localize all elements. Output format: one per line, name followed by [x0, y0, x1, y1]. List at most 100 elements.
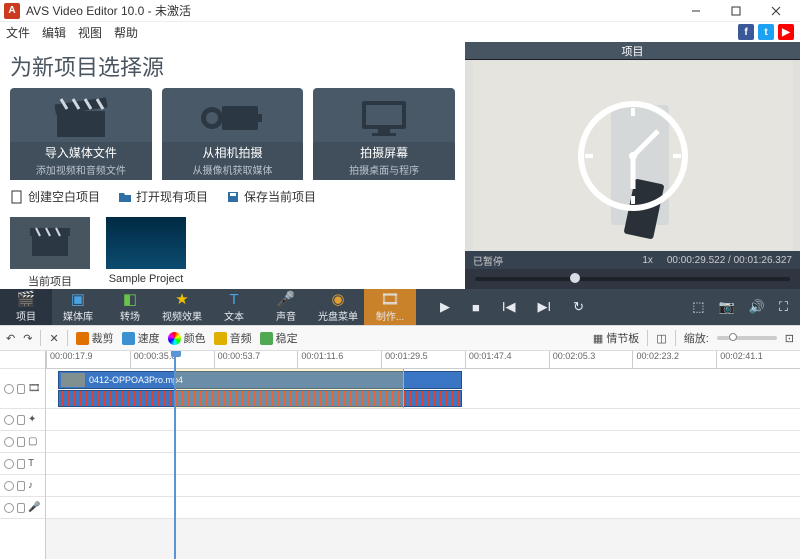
lock-icon[interactable]	[17, 437, 25, 447]
filmstrip-icon: 🎬	[17, 292, 36, 307]
tracks-area[interactable]: 00:00:17.9 00:00:35.8 00:00:53.7 00:01:1…	[46, 351, 800, 559]
stabilize-tool[interactable]: 稳定	[260, 330, 298, 346]
mic-icon: 🎤	[28, 502, 40, 513]
video-clip[interactable]: 0412-OPPOA3Pro.mp4	[58, 371, 462, 389]
source-header: 为新项目选择源	[0, 42, 465, 88]
split-button-icon[interactable]: ⬚	[692, 299, 704, 315]
effects-track[interactable]	[46, 409, 800, 431]
redo-icon: ↷	[23, 332, 32, 345]
audio-track-head[interactable]: ♪	[0, 475, 45, 497]
video-track-head[interactable]: 🎞	[0, 369, 45, 409]
play-button[interactable]: ▶	[440, 299, 450, 315]
zoom-slider[interactable]	[717, 336, 777, 340]
color-tool[interactable]: 颜色	[168, 330, 206, 346]
card-sublabel: 从摄像机获取媒体	[162, 162, 304, 180]
prev-frame-button[interactable]: I◀	[502, 299, 516, 315]
overlay-track[interactable]	[46, 431, 800, 453]
preview-viewport[interactable]	[465, 60, 800, 251]
tab-audio[interactable]: 🎤声音	[260, 289, 312, 325]
time-ruler[interactable]: 00:00:17.9 00:00:35.8 00:00:53.7 00:01:1…	[46, 351, 800, 369]
redo-button[interactable]: ↷	[23, 332, 32, 345]
thumb-sample-project[interactable]: Sample Project	[106, 217, 186, 289]
tab-project[interactable]: 🎬项目	[0, 289, 52, 325]
save-project[interactable]: 保存当前项目	[226, 188, 316, 205]
fullscreen-icon[interactable]: ⛶	[779, 299, 788, 315]
menu-file[interactable]: 文件	[6, 24, 30, 41]
menu-help[interactable]: 帮助	[114, 24, 138, 41]
stop-button[interactable]: ■	[472, 300, 480, 315]
tab-label: 制作...	[376, 308, 404, 323]
eye-icon[interactable]	[4, 503, 14, 513]
card-sublabel: 添加视频和音频文件	[10, 162, 152, 180]
close-button[interactable]	[756, 0, 796, 22]
menu-view[interactable]: 视图	[78, 24, 102, 41]
file-icon	[10, 190, 24, 204]
lock-icon[interactable]	[17, 415, 25, 425]
label: 裁剪	[92, 330, 114, 346]
eye-icon[interactable]	[4, 415, 14, 425]
scrub-handle[interactable]	[570, 273, 580, 283]
source-card-import[interactable]: 导入媒体文件 添加视频和音频文件	[10, 88, 152, 180]
next-frame-button[interactable]: ▶I	[537, 299, 551, 315]
voice-track-head[interactable]: 🎤	[0, 497, 45, 519]
facebook-icon[interactable]: f	[738, 24, 754, 40]
playback-state: 已暂停	[473, 253, 503, 268]
split-view-button[interactable]: ◫	[656, 332, 666, 345]
zoom-fit-button[interactable]: ⊡	[785, 332, 794, 345]
folder-icon	[118, 190, 132, 204]
open-project[interactable]: 打开现有项目	[118, 188, 208, 205]
speed-tool[interactable]: 速度	[122, 330, 160, 346]
tab-disc-menu[interactable]: ◉光盘菜单	[312, 289, 364, 325]
source-card-screen[interactable]: 拍摄屏幕 拍摄桌面与程序	[313, 88, 455, 180]
tab-video-effects[interactable]: ★视频效果	[156, 289, 208, 325]
create-blank-project[interactable]: 创建空白项目	[10, 188, 100, 205]
source-panel: 为新项目选择源 导入媒体文件 添加视频和音频文件 从相机拍摄 从摄像机获取媒体	[0, 42, 465, 289]
eye-icon[interactable]	[4, 481, 14, 491]
delete-button[interactable]: ✕	[49, 332, 58, 345]
eye-icon[interactable]	[4, 459, 14, 469]
snapshot-icon[interactable]: 📷	[719, 299, 735, 315]
overlay-track-head[interactable]: ▢	[0, 431, 45, 453]
card-label: 从相机拍摄	[162, 142, 304, 162]
title-bar: A AVS Video Editor 10.0 - 未激活	[0, 0, 800, 22]
volume-icon[interactable]: 🔊	[749, 299, 765, 315]
card-label: 拍摄屏幕	[313, 142, 455, 162]
lock-icon[interactable]	[17, 503, 25, 513]
audio-track[interactable]	[46, 475, 800, 497]
crop-tool[interactable]: 裁剪	[76, 330, 114, 346]
minimize-button[interactable]	[676, 0, 716, 22]
audio-tool[interactable]: 音频	[214, 330, 252, 346]
loop-button[interactable]: ↻	[573, 299, 584, 315]
maximize-button[interactable]	[716, 0, 756, 22]
twitter-icon[interactable]: t	[758, 24, 774, 40]
voice-track[interactable]	[46, 497, 800, 519]
eye-icon[interactable]	[4, 437, 14, 447]
tab-transitions[interactable]: ◧转场	[104, 289, 156, 325]
zoom-handle[interactable]	[729, 333, 737, 341]
tab-produce[interactable]: 🎞制作...	[364, 289, 416, 325]
menu-edit[interactable]: 编辑	[42, 24, 66, 41]
tab-media-library[interactable]: ▣媒体库	[52, 289, 104, 325]
ruler-head	[0, 351, 45, 369]
youtube-icon[interactable]: ▶	[778, 24, 794, 40]
text-track[interactable]	[46, 453, 800, 475]
undo-button[interactable]: ↶	[6, 332, 15, 345]
video-track[interactable]: 0412-OPPOA3Pro.mp4	[46, 369, 800, 409]
library-icon: ▣	[71, 292, 85, 307]
lock-icon[interactable]	[17, 384, 25, 394]
storyboard-button[interactable]: ▦情节板	[593, 330, 639, 346]
lock-icon[interactable]	[17, 459, 25, 469]
playhead[interactable]	[174, 351, 176, 559]
effects-track-head[interactable]: ✦	[0, 409, 45, 431]
preview-scrubber[interactable]	[465, 269, 800, 289]
text-track-head[interactable]: T	[0, 453, 45, 475]
tick: 00:01:11.6	[297, 351, 381, 368]
source-card-camera[interactable]: 从相机拍摄 从摄像机获取媒体	[162, 88, 304, 180]
lock-icon[interactable]	[17, 481, 25, 491]
tab-label: 视频效果	[162, 308, 202, 323]
preview-right-controls: ⬚ 📷 🔊 ⛶	[692, 289, 800, 325]
eye-icon[interactable]	[4, 384, 14, 394]
thumb-current-project[interactable]: 当前项目	[10, 217, 90, 289]
audio-clip[interactable]	[58, 390, 462, 407]
tab-text[interactable]: T文本	[208, 289, 260, 325]
